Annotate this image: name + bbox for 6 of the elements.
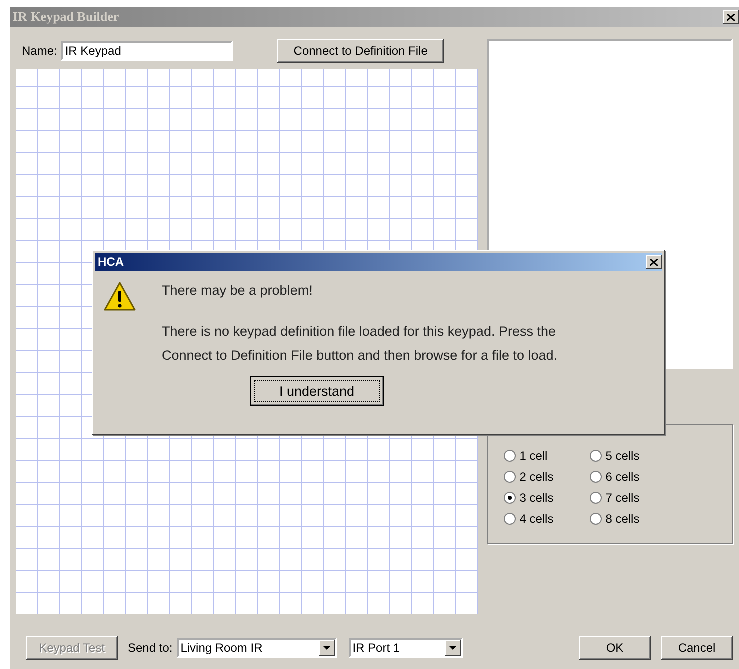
dialog-message: There is no keypad definition file loaded for this keypad. Press the Connect to Definition File button and then browse for a file to load.	[162, 323, 558, 365]
window-title: IR Keypad Builder	[13, 9, 120, 25]
dialog-heading: There may be a problem!	[162, 283, 314, 298]
send-to-label: Send to:	[128, 641, 173, 655]
name-label: Name:	[22, 44, 58, 58]
dialog-title: HCA	[98, 255, 124, 269]
